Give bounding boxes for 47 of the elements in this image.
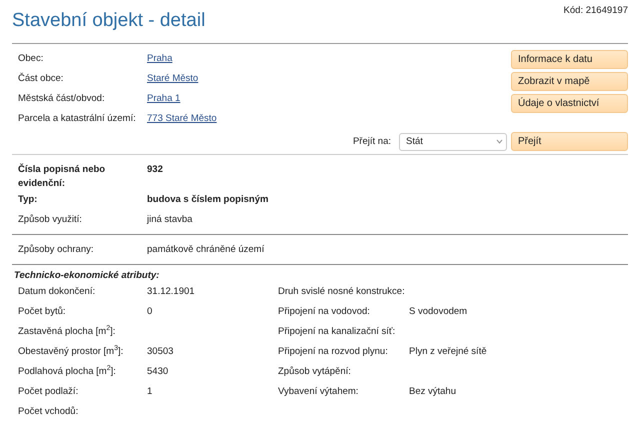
goto-select[interactable]: Stát [399,132,507,150]
field-label: Způsob využití: [18,213,83,227]
field-label: Způsob vytápění: [278,365,352,379]
field-label: Způsoby ochrany: [18,243,95,257]
field-link[interactable]: Praha 1 [147,92,180,106]
action-button[interactable]: Zobrazit v mapě [511,72,628,91]
field-label: Čísla popisná nebo evidenční: [18,163,106,191]
field-value: budova s číslem popisným [147,193,268,207]
field-value: 0 [147,305,152,319]
field-label: Počet bytů: [18,305,67,319]
field-value: Plyn z veřejné sítě [409,345,487,359]
field-value: 30503 [147,345,174,359]
field-link[interactable]: Praha [147,52,172,66]
field-label: Připojení na kanalizační síť: [278,325,396,339]
field-label: Obec: [18,52,44,66]
field-value: 5430 [147,365,168,379]
field-label: Počet podlaží: [18,385,80,399]
goto-button[interactable]: Přejít [511,132,628,151]
goto-label: Přejít na: [352,136,391,147]
field-label: Městská část/obvod: [18,92,106,106]
field-label: Část obce: [18,72,64,86]
field-label: Druh svislé nosné konstrukce: [278,285,406,299]
field-link[interactable]: 773 Staré Město [147,112,217,126]
object-code: Kód: 21649197 [564,5,628,16]
field-link[interactable]: Staré Město [147,72,198,86]
field-label: Datum dokončení: [18,285,96,299]
caret-icon [496,139,503,144]
field-value: 1 [147,385,152,399]
field-label: Připojení na rozvod plynu: [278,345,389,359]
field-label: Obestavěný prostor [m$^{3}$]: [18,345,124,359]
field-value: Bez výtahu [409,385,456,399]
field-value: S vodovodem [409,305,468,319]
field-label: Parcela a katastrální území: [18,112,137,126]
action-button[interactable]: Informace k datu [511,50,628,69]
action-button[interactable]: Údaje o vlastnictví [511,94,628,113]
field-value: 932 [147,163,163,177]
field-label: Připojení na vodovod: [278,305,371,319]
page-title: Stavební objekt - detail [12,10,206,32]
field-value: 31.12.1901 [147,285,195,299]
field-label: Typ: [18,193,38,207]
field-value: jiná stavba [147,213,192,227]
field-value: památkově chráněné území [147,243,264,257]
field-label: Podlahová plocha [m$^{2}$]: [18,365,117,379]
field-label: Vybavení výtahem: [278,385,360,399]
section-heading: Technicko-ekonomické atributy: [13,269,160,283]
field-label: Počet vchodů: [18,405,80,419]
field-label: Zastavěná plocha [m$^{2}$]: [18,325,116,339]
